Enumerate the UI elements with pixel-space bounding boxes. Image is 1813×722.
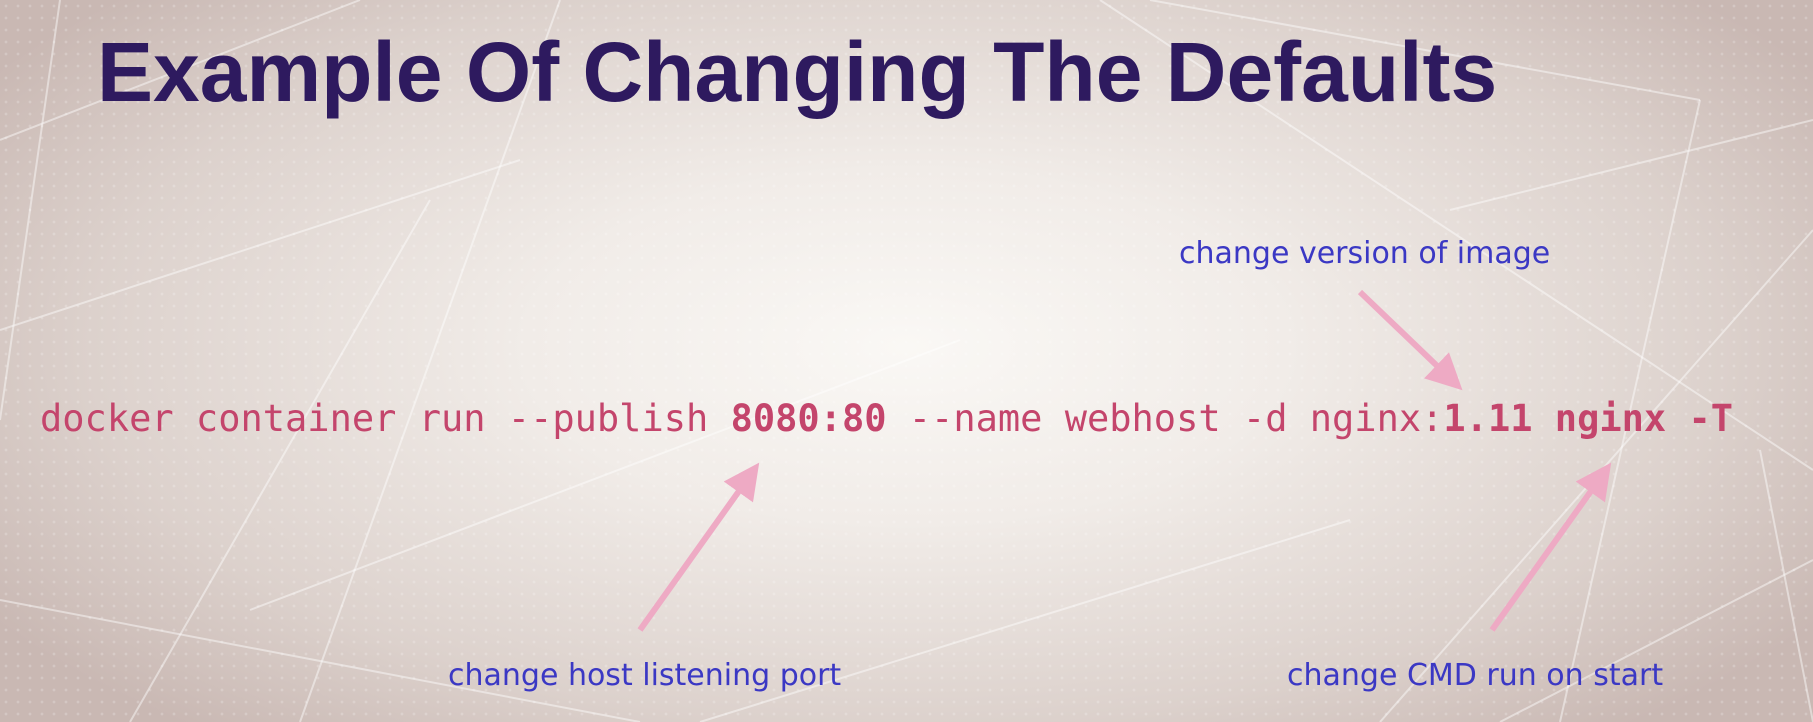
- annotation-cmd: change CMD run on start: [1287, 658, 1664, 693]
- arrow-to-port: [637, 462, 760, 632]
- arrow-to-cmd: [1489, 462, 1612, 632]
- annotation-version: change version of image: [1179, 236, 1551, 271]
- annotation-arrows: [637, 289, 1612, 632]
- annotation-port: change host listening port: [448, 658, 842, 693]
- arrow-to-version: [1357, 289, 1463, 391]
